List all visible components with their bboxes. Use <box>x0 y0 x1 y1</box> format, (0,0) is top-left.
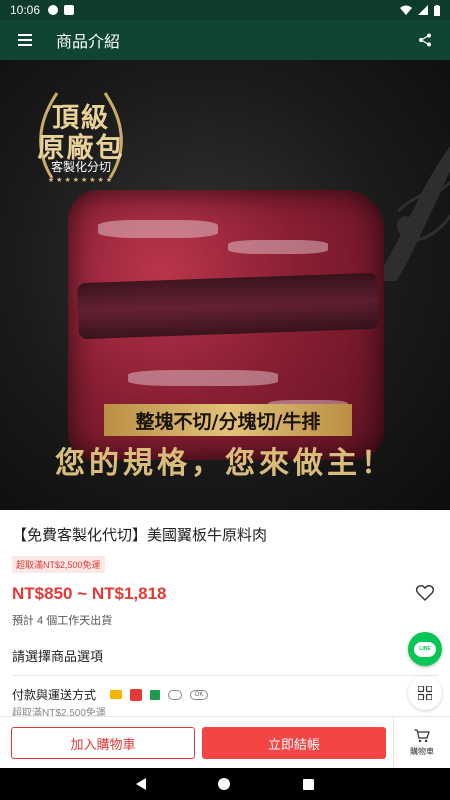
family-mart-icon <box>150 689 161 700</box>
home-icon[interactable] <box>218 778 231 790</box>
recent-apps-icon[interactable] <box>302 778 314 790</box>
signal-icon <box>418 5 428 15</box>
app-bar: 商品介紹 <box>0 20 450 60</box>
line-chat-button[interactable]: LINE <box>408 632 442 666</box>
payment-label: 付款與運送方式 <box>12 688 97 702</box>
ok-mart-icon: OK <box>190 689 209 700</box>
credit-card-icon <box>110 690 123 699</box>
cart-label: 購物車 <box>410 747 434 756</box>
free-shipping-tag: 超取滿NT$2,500免運 <box>12 556 105 573</box>
notification-icon <box>48 5 59 15</box>
app-notification-icon <box>64 5 75 15</box>
product-title: 【免費客製化代切】美國翼板牛原料肉 <box>12 527 268 544</box>
background-calligraphy: 𝒻 <box>375 64 450 285</box>
system-nav-bar <box>0 768 450 800</box>
battery-icon <box>434 4 440 16</box>
grid-menu-button[interactable] <box>408 676 442 710</box>
product-hero-image[interactable]: 𝒻 頂級 原廠包 客製化分切 ★★★★★★★★ 整塊不切/分塊切/牛排 您的規格… <box>0 60 450 510</box>
cart-tab[interactable]: 購物車 <box>393 717 450 769</box>
slogan: 您的規格，您來做主！ <box>55 446 395 481</box>
status-time: 10:06 <box>10 3 41 17</box>
wifi-icon <box>400 5 412 15</box>
checkout-button[interactable]: 立即結帳 <box>202 727 386 759</box>
page-title: 商品介紹 <box>56 34 121 51</box>
back-icon[interactable] <box>136 778 147 790</box>
payment-shipping-row[interactable]: 付款與運送方式 OK <box>12 686 209 703</box>
bottom-action-bar: 加入購物車 立即結帳 購物車 <box>0 716 450 769</box>
premium-badge: 頂級 原廠包 客製化分切 ★★★★★★★★ <box>22 78 140 196</box>
favorite-heart-icon[interactable] <box>415 583 435 603</box>
product-options-selector[interactable]: 請選擇商品選項 <box>12 646 392 665</box>
shopping-cart-icon <box>414 729 430 743</box>
seven-eleven-icon <box>130 688 143 701</box>
product-price: NT$850 ~ NT$1,818 <box>12 584 167 603</box>
line-logo-icon: LINE <box>414 641 436 657</box>
status-bar: 10:06 <box>0 0 450 20</box>
hilife-icon <box>168 689 183 700</box>
grid-icon <box>418 686 432 700</box>
share-icon[interactable] <box>414 29 436 51</box>
divider <box>12 675 438 676</box>
add-to-cart-button[interactable]: 加入購物車 <box>11 727 195 759</box>
spec-banner: 整塊不切/分塊切/牛排 <box>104 404 352 436</box>
hamburger-menu-icon[interactable] <box>14 29 36 51</box>
shipping-estimate: 預計 4 個工作天出貨 <box>12 615 113 627</box>
